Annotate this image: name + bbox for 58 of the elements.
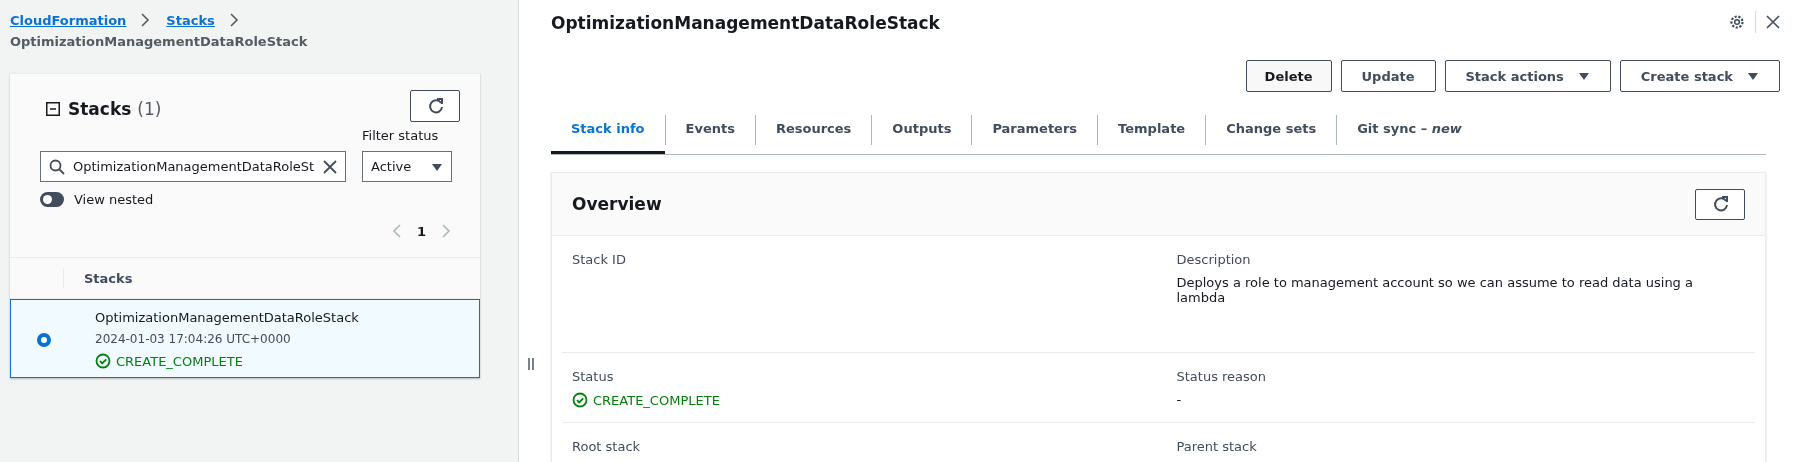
field-label: Status reason <box>1176 369 1268 384</box>
field-label: Description <box>1176 252 1252 267</box>
status-text: CREATE_COMPLETE <box>116 353 243 369</box>
tab[interactable]: Git sync – new <box>1337 106 1482 154</box>
radio-button[interactable] <box>37 332 51 347</box>
toggle-label: View nested <box>74 192 154 207</box>
tab[interactable]: Resources <box>755 106 872 154</box>
action-button[interactable]: Create stack <box>1619 60 1780 92</box>
stack-count: (1) <box>137 99 162 119</box>
tab[interactable]: Outputs <box>872 106 972 154</box>
page-title: OptimizationManagementDataRoleStack <box>551 12 940 33</box>
breadcrumb-link[interactable]: CloudFormation <box>10 12 127 28</box>
breadcrumb-link[interactable]: Stacks <box>166 12 215 28</box>
action-button[interactable]: Update <box>1340 60 1436 92</box>
field-label: Parent stack <box>1176 439 1258 454</box>
refresh-button[interactable] <box>1695 188 1745 220</box>
success-icon <box>95 353 111 369</box>
tab[interactable]: Stack info <box>551 106 665 154</box>
tab[interactable]: Change sets <box>1206 106 1337 154</box>
refresh-icon <box>426 97 444 115</box>
action-button[interactable]: Delete <box>1245 60 1332 92</box>
search-icon <box>49 159 65 175</box>
close-icon <box>1766 15 1780 29</box>
chevron-right-icon <box>440 223 452 239</box>
status-dropdown[interactable]: Active <box>362 151 452 182</box>
status-text: CREATE_COMPLETE <box>593 392 720 408</box>
tab[interactable]: Template <box>1098 106 1206 154</box>
settings-icon <box>1729 14 1745 30</box>
action-button[interactable]: Stack actions <box>1444 60 1611 92</box>
caret-down-icon <box>1577 71 1590 81</box>
panel-title: Stacks <box>68 99 132 119</box>
tab[interactable]: Parameters <box>972 106 1098 154</box>
chevron-left-icon <box>390 223 403 239</box>
search-field[interactable]: OptimizationManagementDataRoleSt <box>40 151 346 182</box>
stack-name: OptimizationManagementDataRoleStack <box>95 310 359 325</box>
table-row[interactable]: OptimizationManagementDataRoleStack 2024-01-03 17:04:26 UTC+0000 CREATE_COMPLETE <box>10 299 480 378</box>
caret-down-icon <box>1747 71 1759 81</box>
collapse-icon <box>46 102 60 116</box>
refresh-icon <box>1711 195 1729 213</box>
caret-down-icon <box>431 161 443 172</box>
field-value: Deploys a role to management account so we can assume to read data using a lambda <box>1176 275 1694 305</box>
page-number[interactable]: 1 <box>416 223 426 239</box>
field-value: - <box>1176 392 1183 407</box>
refresh-button[interactable] <box>410 90 460 122</box>
clear-icon <box>323 160 337 174</box>
field-label: Root stack <box>572 439 642 454</box>
success-icon <box>572 392 588 408</box>
timestamp: 2024-01-03 17:04:26 UTC+0000 <box>95 332 292 346</box>
toggle-switch[interactable] <box>40 192 64 207</box>
field-label: Stack ID <box>572 252 627 267</box>
field-label: Status <box>572 369 615 384</box>
drag-handle-icon <box>527 358 535 370</box>
column-header: Stacks <box>84 270 133 286</box>
chevron-right-icon <box>138 12 151 28</box>
breadcrumb-current: OptimizationManagementDataRoleStack <box>10 34 309 49</box>
tab[interactable]: Events <box>665 106 755 154</box>
section-title: Overview <box>572 194 662 214</box>
filter-label: Filter status <box>362 128 440 143</box>
